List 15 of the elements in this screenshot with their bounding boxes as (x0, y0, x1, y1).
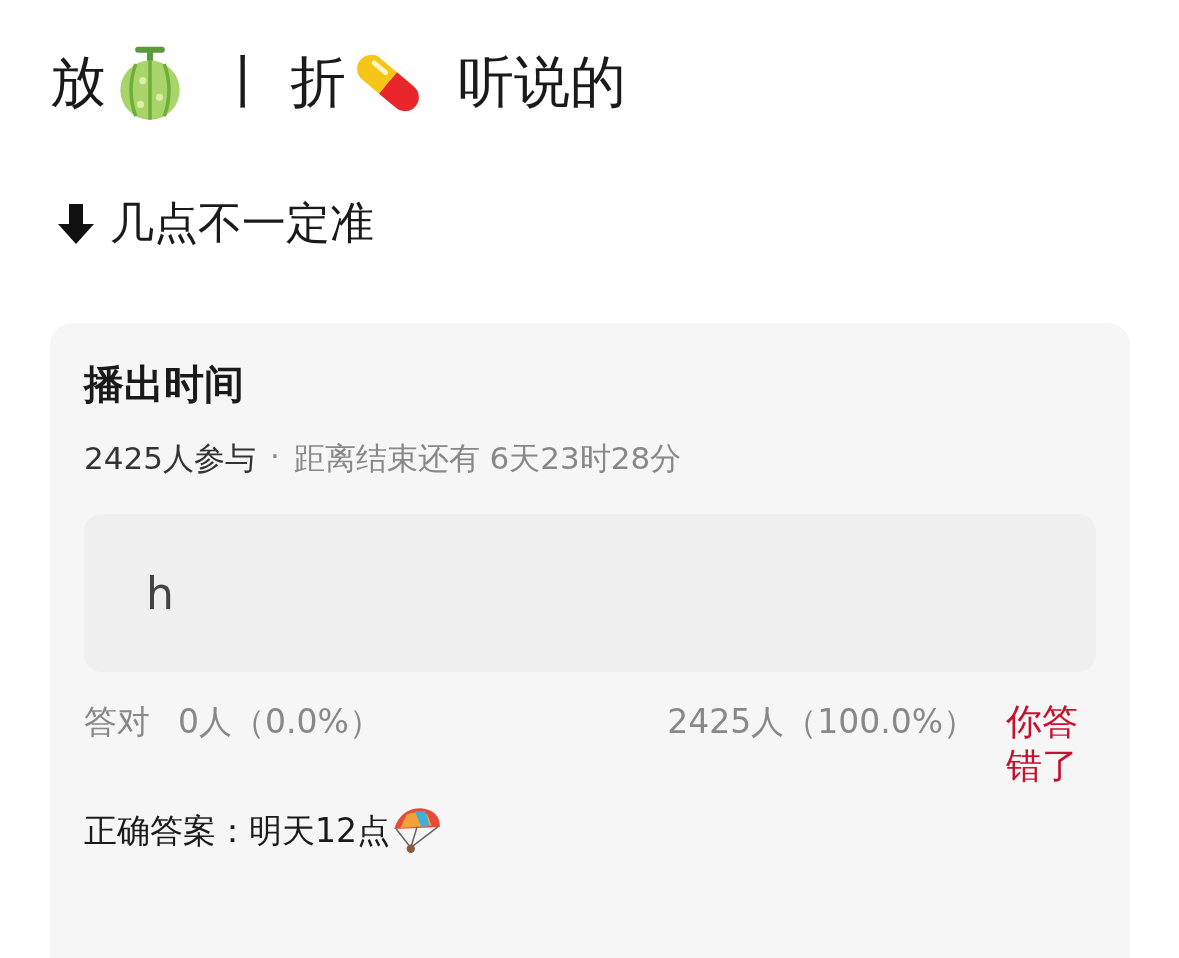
correct-label: 答对 (84, 701, 150, 743)
countdown-text: 距离结束还有 6天23时28分 (293, 439, 682, 478)
correct-count: 0人（0.0%） (178, 701, 382, 743)
result-text: 你答错了 (1006, 700, 1079, 788)
separator-dot: · (269, 438, 280, 476)
participant-count: 2425人参与 (84, 439, 256, 478)
answer-text: h (146, 567, 174, 619)
poll-title: 播出时间 (84, 360, 245, 409)
headline-text: 放 (50, 48, 106, 116)
answer-count: 2425人（100.0%） (667, 701, 976, 743)
note-text: 几点不一定准 (110, 196, 374, 250)
headline-text: 丨 折 (216, 48, 346, 116)
headline-text: 听说的 (457, 48, 626, 116)
down-arrow-icon (56, 201, 96, 246)
solution-text: 正确答案：明天12点 (84, 810, 390, 852)
